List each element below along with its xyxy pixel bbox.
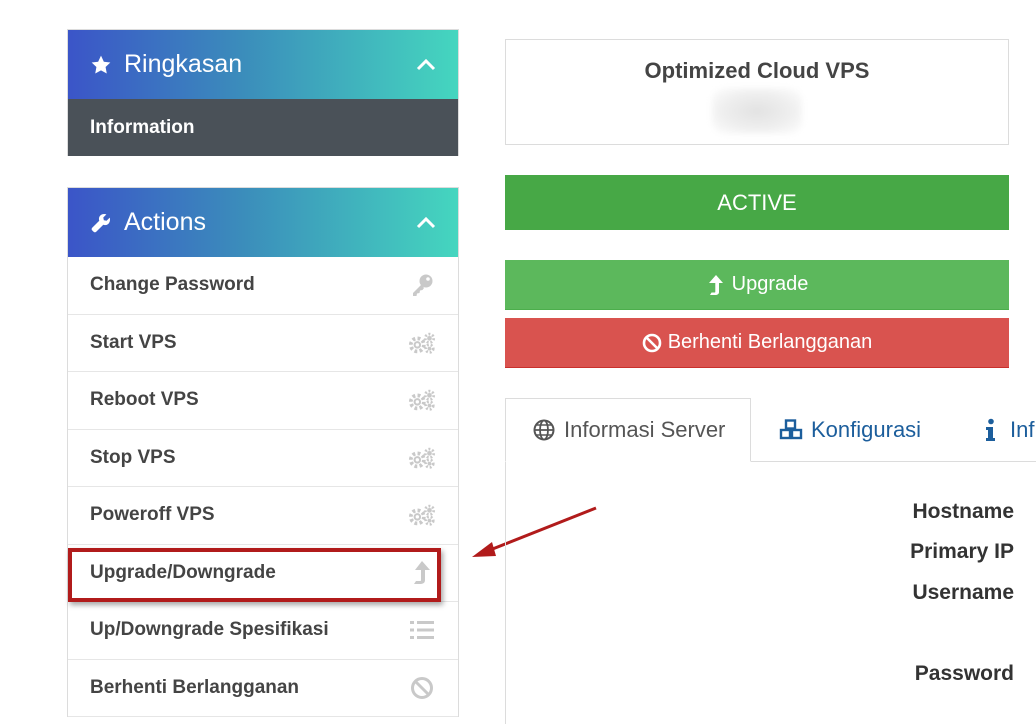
sidebar-item-stop-vps[interactable]: Stop VPS [68,430,458,487]
hostname-label: Hostname [912,500,1014,523]
sidebar-item-up-downgrade-spesifikasi[interactable]: Up/Downgrade Spesifikasi [68,602,458,660]
status-badge: ACTIVE [505,175,1009,230]
sidebar-item-poweroff-vps[interactable]: Poweroff VPS [68,487,458,545]
star-icon [90,53,114,77]
tab-informasi-server[interactable]: Informasi Server [505,398,751,462]
sidebar-item-information[interactable]: Information [68,99,458,156]
gears-icon [408,502,436,528]
list-icon [408,617,436,643]
sidebar-item-label: Information [90,116,195,138]
info-icon [978,418,1002,442]
ban-icon [408,675,436,701]
sidebar-item-label: Start VPS [90,331,177,353]
summary-panel: Ringkasan Information [67,29,459,156]
tab-informasi[interactable]: Inf [978,398,1034,462]
level-up-icon [706,274,726,296]
summary-panel-header[interactable]: Ringkasan [68,30,458,99]
tab-label: Informasi Server [564,417,726,442]
sidebar-item-reboot-vps[interactable]: Reboot VPS [68,372,458,430]
cancel-subscription-button[interactable]: Berhenti Berlangganan [505,318,1009,368]
ban-icon [642,332,662,354]
gears-icon [408,445,436,471]
primary-ip-label: Primary IP [910,540,1014,563]
gears-icon [408,387,436,413]
summary-panel-title: Ringkasan [124,50,243,78]
sidebar-item-label: Change Password [90,274,255,296]
tab-label: Konfigurasi [811,417,922,442]
sidebar-item-change-password[interactable]: Change Password [68,257,458,315]
actions-panel: Actions Change Password Start VPS Reboot… [67,187,459,717]
cancel-button-label: Berhenti Berlangganan [667,331,873,353]
key-icon [408,272,436,298]
actions-panel-title: Actions [124,208,206,236]
sidebar-item-label: Reboot VPS [90,389,199,411]
sidebar-item-label: Up/Downgrade Spesifikasi [90,619,329,641]
chevron-up-icon[interactable] [416,213,436,233]
sidebar-item-label: Stop VPS [90,446,176,468]
chevron-up-icon[interactable] [416,55,436,75]
sidebar-item-berhenti-berlangganan[interactable]: Berhenti Berlangganan [68,660,458,717]
tab-label: Inf [1010,417,1035,442]
blurred-domain [712,88,802,134]
upgrade-button[interactable]: Upgrade [505,260,1009,310]
product-name: Optimized Cloud VPS [644,58,870,83]
sidebar-item-start-vps[interactable]: Start VPS [68,315,458,372]
password-label: Password [914,662,1014,685]
level-up-icon [408,560,436,586]
tab-konfigurasi[interactable]: Konfigurasi [779,398,921,462]
sidebar-item-label: Poweroff VPS [90,504,215,526]
actions-panel-header[interactable]: Actions [68,188,458,257]
username-label: Username [912,581,1014,604]
status-label: ACTIVE [717,189,797,215]
sidebar-item-upgrade-downgrade[interactable]: Upgrade/Downgrade [68,545,458,602]
sidebar-item-label: Berhenti Berlangganan [90,676,300,698]
wrench-icon [90,211,114,235]
cubes-icon [779,418,803,442]
upgrade-button-label: Upgrade [731,273,809,295]
gears-icon [408,330,436,356]
globe-icon [532,418,556,442]
sidebar-item-label: Upgrade/Downgrade [90,561,276,583]
product-box: Optimized Cloud VPS [505,39,1009,145]
